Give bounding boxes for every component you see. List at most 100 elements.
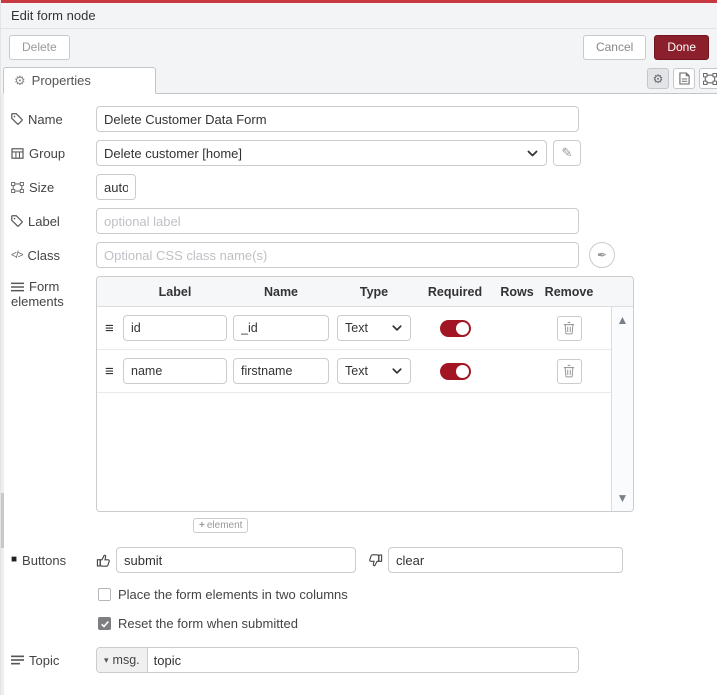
size-label: Size xyxy=(11,180,96,195)
size-input[interactable] xyxy=(96,174,136,200)
properties-toolbar-button[interactable]: ⚙ xyxy=(647,68,669,89)
trash-icon xyxy=(563,321,575,335)
group-label: Group xyxy=(11,146,96,161)
header-required: Required xyxy=(427,284,483,299)
elements-table: Label Name Type Required Rows Remove ≡ i… xyxy=(96,276,634,512)
tab-properties[interactable]: ⚙ Properties xyxy=(3,67,156,94)
element-row: ≡ Text xyxy=(97,307,611,350)
pencil-icon: ✎ xyxy=(561,145,573,160)
add-element-button[interactable]: + element xyxy=(193,518,249,533)
description-toolbar-button[interactable] xyxy=(673,68,695,89)
topic-row: Topic ▾ msg. xyxy=(1,643,717,677)
element-type-select[interactable]: Text xyxy=(337,358,411,384)
element-label-input[interactable] xyxy=(123,315,227,341)
cancel-button[interactable]: Cancel xyxy=(582,34,647,60)
required-toggle[interactable] xyxy=(439,319,471,337)
submit-button-label-input[interactable] xyxy=(116,547,356,573)
scroll-up-icon[interactable]: ▲ xyxy=(617,313,629,327)
required-toggle[interactable] xyxy=(439,362,471,380)
element-name-input[interactable] xyxy=(233,358,329,384)
chevron-down-icon xyxy=(527,150,538,156)
topic-typed-input: ▾ msg. xyxy=(96,647,579,673)
table-icon xyxy=(11,147,24,159)
class-style-button[interactable]: ✒ xyxy=(589,242,615,268)
two-columns-option-label: Place the form elements in two columns xyxy=(118,587,348,602)
drag-handle-icon[interactable]: ≡ xyxy=(105,320,123,337)
element-label-input[interactable] xyxy=(123,358,227,384)
code-icon: </> xyxy=(11,249,24,261)
size-row: Size xyxy=(1,170,717,204)
tag-icon xyxy=(11,113,23,125)
name-row: Name xyxy=(1,102,717,136)
name-label: Name xyxy=(11,112,96,127)
left-scrollbar-track[interactable] xyxy=(1,93,4,695)
chevron-down-icon xyxy=(392,368,402,374)
pen-nib-icon: ✒ xyxy=(596,248,608,262)
elements-table-body: ≡ Text xyxy=(97,307,633,511)
element-type-select[interactable]: Text xyxy=(337,315,411,341)
class-label: </> Class xyxy=(11,247,60,263)
tab-toolbar: ⚙ xyxy=(647,68,717,89)
chevron-down-icon xyxy=(392,325,402,331)
trash-icon xyxy=(563,364,575,378)
element-row: ≡ Text xyxy=(97,350,611,393)
edit-group-button[interactable]: ✎ xyxy=(553,140,581,166)
topic-label: Topic xyxy=(11,653,96,668)
topic-type-button[interactable]: ▾ msg. xyxy=(97,648,148,672)
delete-button[interactable]: Delete xyxy=(9,34,70,60)
check-icon xyxy=(100,620,109,628)
buttons-label: ■ Buttons xyxy=(11,552,67,568)
table-scrollbar[interactable]: ▲ ▼ xyxy=(611,307,633,511)
done-button[interactable]: Done xyxy=(654,34,709,60)
topic-type-label: msg. xyxy=(112,653,140,667)
element-name-input[interactable] xyxy=(233,315,329,341)
resize-handles-icon xyxy=(703,72,717,85)
thumbs-down-icon xyxy=(368,553,383,568)
group-row: Group Delete customer [home] ✎ xyxy=(1,136,717,170)
remove-element-button[interactable] xyxy=(556,315,582,341)
label-row: Label xyxy=(1,204,717,238)
header-remove: Remove xyxy=(544,284,594,299)
dialog-title: Edit form node xyxy=(1,3,717,29)
square-icon: ■ xyxy=(11,554,18,565)
checkbox-checked[interactable] xyxy=(98,617,111,630)
class-row: </> Class ✒ xyxy=(1,238,717,272)
edit-form-node-dialog: Edit form node Delete Cancel Done ⚙ Prop… xyxy=(0,0,717,695)
clear-button-label-input[interactable] xyxy=(388,547,623,573)
reset-form-option-label: Reset the form when submitted xyxy=(118,616,298,631)
group-select[interactable]: Delete customer [home] xyxy=(96,140,547,166)
tab-bar: ⚙ Properties ⚙ xyxy=(1,65,717,94)
object-group-icon xyxy=(11,181,24,193)
properties-panel: Name Group Delete customer [home] ✎ Size xyxy=(1,94,717,677)
checkbox-unchecked[interactable] xyxy=(98,588,111,601)
appearance-toolbar-button[interactable] xyxy=(699,68,717,89)
thumbs-up-icon xyxy=(96,553,111,568)
topic-input[interactable] xyxy=(147,648,578,672)
buttons-row: ■ Buttons xyxy=(1,543,717,577)
header-rows: Rows xyxy=(500,284,534,299)
name-input[interactable] xyxy=(96,106,579,132)
gear-icon: ⚙ xyxy=(652,71,664,86)
form-elements-row: Form elements Label Name Type Required R… xyxy=(1,272,717,541)
scroll-down-icon[interactable]: ▼ xyxy=(617,491,629,505)
action-bar: Delete Cancel Done xyxy=(1,29,717,65)
form-elements-label: Form elements xyxy=(11,279,64,309)
elements-table-header: Label Name Type Required Rows Remove xyxy=(97,277,633,307)
left-scrollbar-thumb[interactable] xyxy=(1,493,4,548)
caret-down-icon: ▾ xyxy=(104,654,109,665)
label-label: Label xyxy=(11,214,96,229)
plus-icon: + xyxy=(199,520,205,531)
header-label: Label xyxy=(158,284,192,299)
reset-form-option[interactable]: Reset the form when submitted xyxy=(98,616,717,631)
tab-properties-label: Properties xyxy=(31,73,91,88)
class-input[interactable] xyxy=(96,242,579,268)
drag-handle-icon[interactable]: ≡ xyxy=(105,363,123,380)
group-select-value: Delete customer [home] xyxy=(104,145,243,161)
list-icon xyxy=(11,282,24,292)
remove-element-button[interactable] xyxy=(556,358,582,384)
header-type: Type xyxy=(359,284,389,299)
gear-icon: ⚙ xyxy=(14,73,26,88)
two-columns-option[interactable]: Place the form elements in two columns xyxy=(98,587,717,602)
label-input[interactable] xyxy=(96,208,579,234)
document-icon xyxy=(678,72,690,85)
